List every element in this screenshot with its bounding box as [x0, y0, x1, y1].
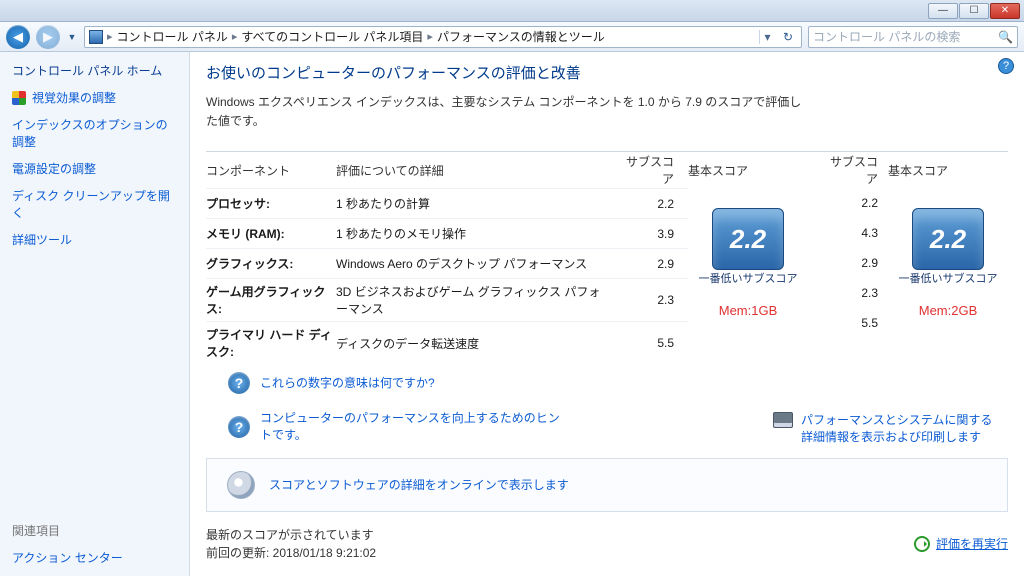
link-text: コンピューターのパフォーマンスを向上するためのヒントです。 — [260, 410, 560, 444]
help-icon[interactable]: ? — [998, 58, 1014, 74]
header-basescore: 基本スコア — [688, 162, 808, 179]
window-close-button[interactable]: ✕ — [990, 3, 1020, 19]
scores-table: コンポーネント 評価についての詳細 サブスコア 基本スコア プロセッサ: 1 秒… — [206, 151, 1008, 364]
main-content: ? お使いのコンピューターのパフォーマンスの評価と改善 Windows エクスペ… — [190, 52, 1024, 576]
rerun-assessment-link[interactable]: 評価を再実行 — [914, 535, 1008, 552]
refresh-button[interactable]: ↻ — [779, 30, 797, 44]
sidebar-link-action-center[interactable]: アクション センター — [12, 549, 177, 566]
table-row: プライマリ ハード ディスク: ディスクのデータ転送速度 5.5 — [206, 321, 688, 364]
component-name: プライマリ ハード ディスク: — [206, 326, 336, 360]
breadcrumb-sep: ▸ — [427, 30, 433, 43]
history-dropdown[interactable]: ▼ — [66, 25, 78, 49]
status-text: 最新のスコアが示されています 前回の更新: 2018/01/18 9:21:02 — [206, 526, 376, 562]
component-name: ゲーム用グラフィックス: — [206, 283, 336, 317]
subscore-value: 4.3 — [828, 226, 888, 240]
window-minimize-button[interactable]: — — [928, 3, 958, 19]
search-icon: 🔍 — [998, 30, 1013, 44]
component-desc: 3D ビジネスおよびゲーム グラフィックス パフォーマンス — [336, 283, 618, 317]
header-subscore: サブスコア — [618, 153, 688, 187]
question-icon: ? — [228, 372, 250, 394]
help-link-meaning[interactable]: ? これらの数字の意味は何ですか? — [206, 364, 1008, 402]
online-details-box[interactable]: スコアとソフトウェアの詳細をオンラインで表示します — [206, 458, 1008, 512]
subscore-value: 2.9 — [618, 257, 688, 271]
link-text: スコアとソフトウェアの詳細をオンラインで表示します — [269, 477, 569, 494]
component-name: メモリ (RAM): — [206, 225, 336, 242]
header-component: コンポーネント — [206, 162, 336, 179]
table-row: プロセッサ: 1 秒あたりの計算 2.2 — [206, 188, 688, 218]
related-items-title: 関連項目 — [12, 522, 177, 539]
status-line: 最新のスコアが示されています — [206, 526, 376, 544]
sidebar-item-label: 視覚効果の調整 — [32, 89, 116, 106]
subscore-value: 2.2 — [618, 197, 688, 211]
disc-icon — [227, 471, 255, 499]
subscore-value: 5.5 — [828, 316, 888, 330]
sidebar-link-advanced-tools[interactable]: 詳細ツール — [12, 231, 177, 248]
back-button[interactable]: ◀ — [6, 25, 30, 49]
table-row: グラフィックス: Windows Aero のデスクトップ パフォーマンス 2.… — [206, 248, 688, 278]
status-line: 前回の更新: 2018/01/18 9:21:02 — [206, 544, 376, 562]
breadcrumb-dropdown[interactable]: ▾ — [759, 30, 775, 44]
control-panel-home-link[interactable]: コントロール パネル ホーム — [12, 62, 177, 79]
window-maximize-button[interactable]: ☐ — [959, 3, 989, 19]
breadcrumb-sep: ▸ — [232, 30, 238, 43]
search-placeholder: コントロール パネルの検索 — [813, 28, 960, 45]
subscore-value: 2.3 — [618, 293, 688, 307]
link-text: 評価を再実行 — [936, 535, 1008, 552]
refresh-icon — [914, 536, 930, 552]
window-titlebar: — ☐ ✕ — [0, 0, 1024, 22]
component-desc: 1 秒あたりのメモリ操作 — [336, 225, 618, 242]
forward-button[interactable]: ▶ — [36, 25, 60, 49]
table-row: メモリ (RAM): 1 秒あたりのメモリ操作 3.9 — [206, 218, 688, 248]
header-subscore: サブスコア — [828, 153, 888, 187]
table-row: ゲーム用グラフィックス: 3D ビジネスおよびゲーム グラフィックス パフォーマ… — [206, 278, 688, 321]
sidebar: コントロール パネル ホーム 視覚効果の調整 インデックスのオプションの調整 電… — [0, 52, 190, 576]
sidebar-link-power[interactable]: 電源設定の調整 — [12, 160, 177, 177]
scores-header-row: コンポーネント 評価についての詳細 サブスコア 基本スコア — [206, 152, 808, 188]
base-score-badge: 2.2 — [912, 208, 984, 270]
memory-annotation: Mem:1GB — [719, 303, 778, 318]
page-description: Windows エクスペリエンス インデックスは、主要なシステム コンポーネント… — [206, 93, 806, 131]
subscore-value: 2.9 — [828, 256, 888, 270]
component-desc: ディスクのデータ転送速度 — [336, 335, 618, 352]
memory-annotation: Mem:2GB — [919, 303, 978, 318]
breadcrumb-item[interactable]: すべてのコントロール パネル項目 — [241, 28, 423, 45]
component-desc: Windows Aero のデスクトップ パフォーマンス — [336, 255, 618, 272]
breadcrumb[interactable]: ▸ コントロール パネル ▸ すべてのコントロール パネル項目 ▸ パフォーマン… — [84, 26, 802, 48]
link-text: これらの数字の意味は何ですか? — [260, 375, 435, 392]
badge-caption: 一番低いサブスコア — [699, 272, 798, 286]
printer-icon — [773, 412, 793, 428]
component-name: プロセッサ: — [206, 195, 336, 212]
scores-header-row-2: サブスコア 基本スコア — [828, 152, 1008, 188]
subscore-value: 2.2 — [828, 196, 888, 210]
breadcrumb-item[interactable]: パフォーマンスの情報とツール — [437, 28, 605, 45]
control-panel-icon — [89, 30, 103, 44]
link-text: パフォーマンスとシステムに関する詳細情報を表示および印刷します — [801, 412, 1001, 446]
subscore-value: 2.3 — [828, 286, 888, 300]
search-input[interactable]: コントロール パネルの検索 🔍 — [808, 26, 1018, 48]
subscore-value: 3.9 — [618, 227, 688, 241]
header-basescore: 基本スコア — [888, 162, 1008, 179]
breadcrumb-item[interactable]: コントロール パネル — [117, 28, 228, 45]
sidebar-link-visual-effects[interactable]: 視覚効果の調整 — [12, 89, 177, 106]
subscore-value: 5.5 — [618, 336, 688, 350]
component-name: グラフィックス: — [206, 255, 336, 272]
badge-caption: 一番低いサブスコア — [899, 272, 998, 286]
header-detail: 評価についての詳細 — [336, 162, 618, 179]
nav-toolbar: ◀ ▶ ▼ ▸ コントロール パネル ▸ すべてのコントロール パネル項目 ▸ … — [0, 22, 1024, 52]
sidebar-link-indexing[interactable]: インデックスのオプションの調整 — [12, 116, 177, 150]
shield-icon — [12, 91, 26, 105]
question-icon: ? — [228, 416, 250, 438]
component-desc: 1 秒あたりの計算 — [336, 195, 618, 212]
breadcrumb-sep: ▸ — [107, 30, 113, 43]
base-score-badge: 2.2 — [712, 208, 784, 270]
sidebar-link-disk-cleanup[interactable]: ディスク クリーンアップを開く — [12, 187, 177, 221]
page-title: お使いのコンピューターのパフォーマンスの評価と改善 — [206, 62, 1008, 83]
print-details-link[interactable]: パフォーマンスとシステムに関する詳細情報を表示および印刷します — [773, 412, 1008, 446]
